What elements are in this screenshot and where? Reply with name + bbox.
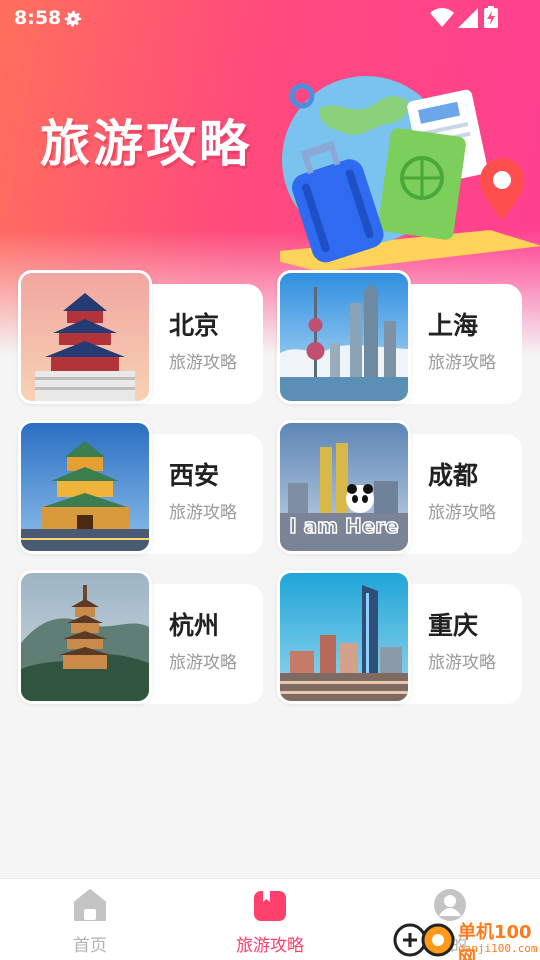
home-icon (74, 889, 106, 921)
city-card-hangzhou[interactable]: 杭州 旅游攻略 (18, 570, 263, 704)
i-am-here-panda-photo: I am Here (277, 420, 411, 554)
watermark-url: danji100.com (458, 942, 538, 955)
pudong-skyline-photo (277, 270, 411, 404)
tab-travel-guide[interactable]: 旅游攻略 (180, 879, 360, 960)
city-name: 重庆 (428, 611, 479, 640)
city-name: 成都 (428, 461, 479, 490)
city-subtitle: 旅游攻略 (169, 503, 237, 523)
bell-tower-night-photo (18, 420, 152, 554)
status-bar: 8:58 (0, 0, 540, 36)
temple-of-heaven-photo (18, 270, 152, 404)
chongqing-skyline-photo (277, 570, 411, 704)
city-card-shanghai[interactable]: 上海 旅游攻略 (277, 270, 522, 404)
city-card-chongqing[interactable]: 重庆 旅游攻略 (277, 570, 522, 704)
tab-home-label: 首页 (73, 936, 107, 956)
city-subtitle: 旅游攻略 (169, 353, 237, 373)
bookmark-icon (254, 891, 286, 921)
status-time: 8:58 (14, 7, 62, 29)
city-name: 上海 (428, 311, 479, 340)
gear-icon (64, 10, 82, 27)
tab-travel-guide-label: 旅游攻略 (236, 936, 304, 956)
panda-sign-text: I am Here (289, 514, 398, 538)
leifeng-pagoda-photo (18, 570, 152, 704)
battery-charging-icon (484, 6, 498, 28)
city-card-beijing[interactable]: 北京 旅游攻略 (18, 270, 263, 404)
watermark-logo-icon (393, 923, 455, 957)
city-subtitle: 旅游攻略 (428, 503, 496, 523)
city-card-xian[interactable]: 西安 旅游攻略 (18, 420, 263, 554)
city-name: 北京 (169, 311, 220, 340)
watermark: 单机100网 danji100.com (392, 914, 540, 960)
tab-home[interactable]: 首页 (0, 879, 180, 960)
city-name: 杭州 (169, 611, 220, 640)
wifi-icon (430, 8, 454, 27)
city-subtitle: 旅游攻略 (169, 653, 237, 673)
city-subtitle: 旅游攻略 (428, 653, 496, 673)
city-card-chengdu[interactable]: I am Here 成都 旅游攻略 (277, 420, 522, 554)
page-title: 旅游攻略 (40, 115, 252, 173)
travel-illustration (280, 76, 540, 272)
city-name: 西安 (169, 461, 220, 490)
signal-icon (458, 8, 478, 28)
city-subtitle: 旅游攻略 (428, 353, 496, 373)
